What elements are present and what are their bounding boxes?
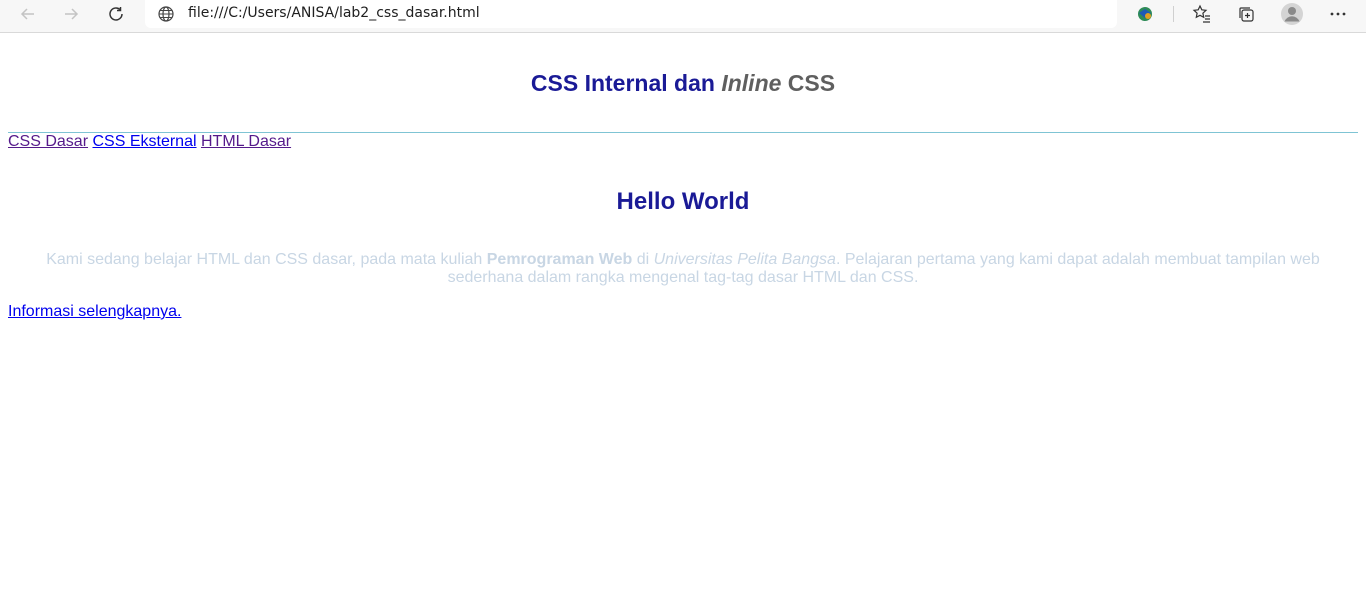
back-button[interactable] — [10, 0, 46, 28]
collections-icon — [1239, 7, 1254, 22]
title-part1: CSS Internal dan — [530, 70, 722, 96]
para-bold: Pemrograman Web — [486, 251, 633, 268]
profile-button[interactable] — [1274, 0, 1310, 28]
page-content: CSS Internal dan Inline CSS CSS Dasar CS… — [0, 33, 1366, 601]
arrow-right-icon — [65, 8, 79, 20]
refresh-icon — [109, 7, 123, 21]
extension-button[interactable] — [1127, 0, 1163, 28]
extension-icon — [1138, 7, 1152, 21]
more-menu-button[interactable] — [1320, 0, 1356, 28]
intro-paragraph: Kami sedang belajar HTML dan CSS dasar, … — [40, 251, 1326, 287]
globe-icon — [158, 6, 174, 22]
section-heading: Hello World — [616, 188, 750, 215]
nav-link-css-dasar[interactable]: CSS Dasar — [8, 133, 88, 150]
title-part2: CSS — [781, 70, 836, 96]
favorites-button[interactable] — [1184, 0, 1220, 28]
address-bar[interactable]: file:///C:/Users/ANISA/lab2_css_dasar.ht… — [145, 0, 1117, 28]
para-text2: di — [632, 251, 654, 268]
para-text1: Kami sedang belajar HTML dan CSS dasar, … — [46, 251, 487, 268]
more-info-link[interactable]: Informasi selengkapnya. — [8, 303, 181, 321]
nav-links: CSS Dasar CSS Eksternal HTML Dasar — [8, 133, 291, 151]
forward-button[interactable] — [53, 0, 89, 28]
star-list-icon — [1192, 4, 1210, 23]
ellipsis-icon — [1330, 12, 1346, 16]
url-text: file:///C:/Users/ANISA/lab2_css_dasar.ht… — [188, 5, 480, 21]
nav-link-css-eksternal[interactable]: CSS Eksternal — [92, 133, 196, 150]
collections-button[interactable] — [1228, 0, 1264, 28]
avatar-icon — [1281, 3, 1303, 25]
arrow-left-icon — [20, 8, 34, 20]
refresh-button[interactable] — [98, 0, 134, 28]
nav-link-html-dasar[interactable]: HTML Dasar — [201, 133, 291, 150]
toolbar-divider — [1173, 6, 1174, 22]
title-italic: Inline — [721, 70, 782, 96]
para-italic: Universitas Pelita Bangsa — [653, 251, 836, 268]
page-title: CSS Internal dan Inline CSS — [0, 70, 1366, 97]
browser-toolbar: file:///C:/Users/ANISA/lab2_css_dasar.ht… — [0, 0, 1366, 33]
